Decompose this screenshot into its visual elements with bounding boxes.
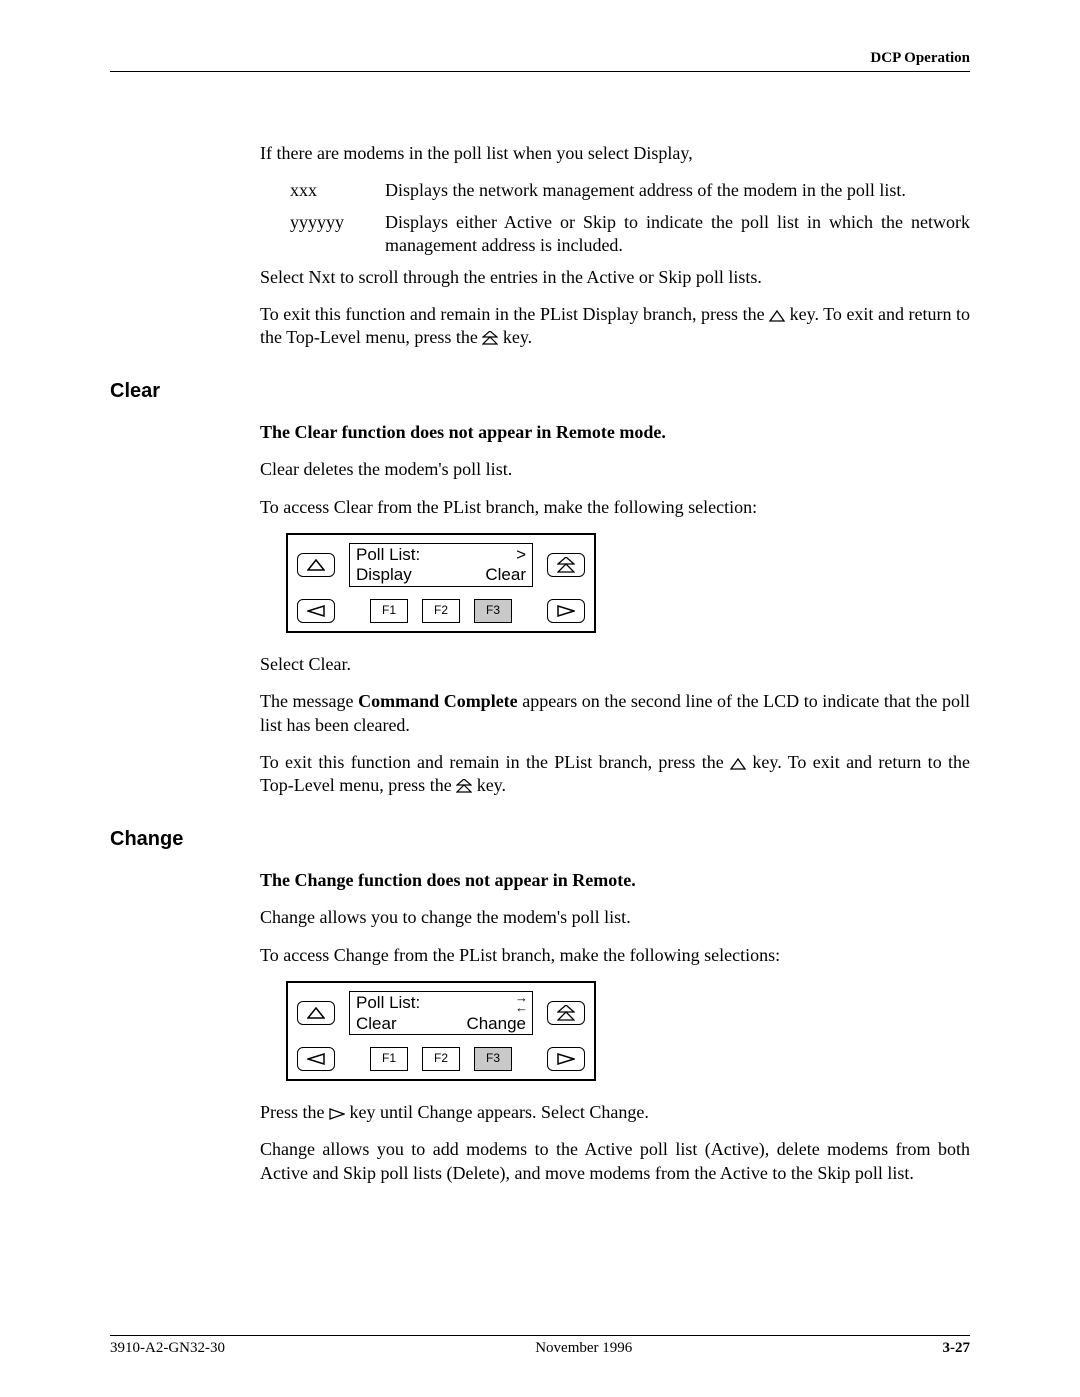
content: If there are modems in the poll list whe…: [110, 142, 970, 1185]
lcd-line2-right: Change: [466, 1014, 526, 1034]
def-row: yyyyyy Displays either Active or Skip to…: [260, 211, 970, 258]
lcd-line2-left: Display: [356, 565, 412, 585]
key-double-triangle-up[interactable]: [547, 553, 585, 577]
footer-left: 3910-A2-GN32-30: [110, 1340, 225, 1357]
key-f2[interactable]: F2: [422, 599, 460, 623]
footer-center: November 1996: [535, 1340, 632, 1357]
triangle-up-icon: [730, 758, 746, 770]
change-p1: Change allows you to change the modem's …: [260, 906, 970, 929]
clear-p1: Clear deletes the modem's poll list.: [260, 458, 970, 481]
triangle-right-icon: [329, 1108, 345, 1120]
panel-row-bottom: F1 F2 F3: [297, 1047, 585, 1071]
clear-block: The Clear function does not appear in Re…: [260, 421, 970, 798]
clear-p2: To access Clear from the PList branch, m…: [260, 496, 970, 519]
def-def: Displays the network management address …: [385, 179, 970, 202]
double-triangle-up-icon: [456, 779, 472, 793]
key-triangle-up[interactable]: [297, 553, 335, 577]
panel-row-bottom: F1 F2 F3: [297, 599, 585, 623]
footer-right: 3-27: [942, 1340, 970, 1357]
key-f1[interactable]: F1: [370, 599, 408, 623]
clear-p4: The message Command Complete appears on …: [260, 690, 970, 737]
def-term: yyyyyy: [260, 211, 385, 258]
clear-note: The Clear function does not appear in Re…: [260, 421, 970, 444]
scroll-arrows-icon: →←: [515, 993, 526, 1014]
text: Press the: [260, 1102, 329, 1122]
footer-rule: [110, 1335, 970, 1336]
header-title: DCP Operation: [870, 50, 970, 66]
fkey-row: F1 F2 F3: [349, 599, 533, 623]
lcd-panel-change: Poll List: →← Clear Change: [286, 981, 596, 1081]
section-heading-clear: Clear: [110, 380, 970, 403]
key-triangle-right[interactable]: [547, 599, 585, 623]
key-f3[interactable]: F3: [474, 599, 512, 623]
lcd-line1-left: Poll List:: [356, 993, 420, 1014]
key-f2[interactable]: F2: [422, 1047, 460, 1071]
text: key until Change appears. Select Change.: [350, 1102, 649, 1122]
text: key.: [477, 775, 506, 795]
lcd-line2-right: Clear: [485, 565, 526, 585]
lcd-display: Poll List: > Display Clear: [349, 543, 533, 587]
intro-p2: Select Nxt to scroll through the entries…: [260, 266, 970, 289]
intro-block: If there are modems in the poll list whe…: [260, 142, 970, 350]
lcd-line2-left: Clear: [356, 1014, 397, 1034]
lcd-panel-clear: Poll List: > Display Clear: [286, 533, 596, 633]
key-double-triangle-up[interactable]: [547, 1001, 585, 1025]
key-triangle-right[interactable]: [547, 1047, 585, 1071]
key-triangle-left[interactable]: [297, 599, 335, 623]
clear-p5: To exit this function and remain in the …: [260, 751, 970, 798]
footer: 3910-A2-GN32-30 November 1996 3-27: [110, 1335, 970, 1357]
key-f1[interactable]: F1: [370, 1047, 408, 1071]
panel-row-top: Poll List: > Display Clear: [297, 543, 585, 587]
change-p2: To access Change from the PList branch, …: [260, 944, 970, 967]
text-bold: Command Complete: [358, 691, 518, 711]
key-f3[interactable]: F3: [474, 1047, 512, 1071]
change-block: The Change function does not appear in R…: [260, 869, 970, 1185]
lcd-line1-left: Poll List:: [356, 545, 420, 565]
key-triangle-up[interactable]: [297, 1001, 335, 1025]
change-note: The Change function does not appear in R…: [260, 869, 970, 892]
running-header: DCP Operation: [110, 50, 970, 72]
text: The message: [260, 691, 358, 711]
text: key.: [503, 327, 532, 347]
triangle-up-icon: [769, 310, 785, 322]
double-triangle-up-icon: [482, 331, 498, 345]
key-triangle-left[interactable]: [297, 1047, 335, 1071]
header-rule: [110, 71, 970, 72]
intro-p1: If there are modems in the poll list whe…: [260, 142, 970, 165]
text: To exit this function and remain in the …: [260, 304, 769, 324]
intro-p3: To exit this function and remain in the …: [260, 303, 970, 350]
panel-row-top: Poll List: →← Clear Change: [297, 991, 585, 1035]
def-row: xxx Displays the network management addr…: [260, 179, 970, 202]
text: To exit this function and remain in the …: [260, 752, 730, 772]
def-def: Displays either Active or Skip to indica…: [385, 211, 970, 258]
fkey-row: F1 F2 F3: [349, 1047, 533, 1071]
page: DCP Operation If there are modems in the…: [0, 0, 1080, 1397]
def-term: xxx: [260, 179, 385, 202]
change-p4: Change allows you to add modems to the A…: [260, 1138, 970, 1185]
lcd-display: Poll List: →← Clear Change: [349, 991, 533, 1035]
change-p3: Press the key until Change appears. Sele…: [260, 1101, 970, 1124]
section-heading-change: Change: [110, 828, 970, 851]
clear-p3: Select Clear.: [260, 653, 970, 676]
lcd-line1-right: >: [516, 545, 526, 565]
